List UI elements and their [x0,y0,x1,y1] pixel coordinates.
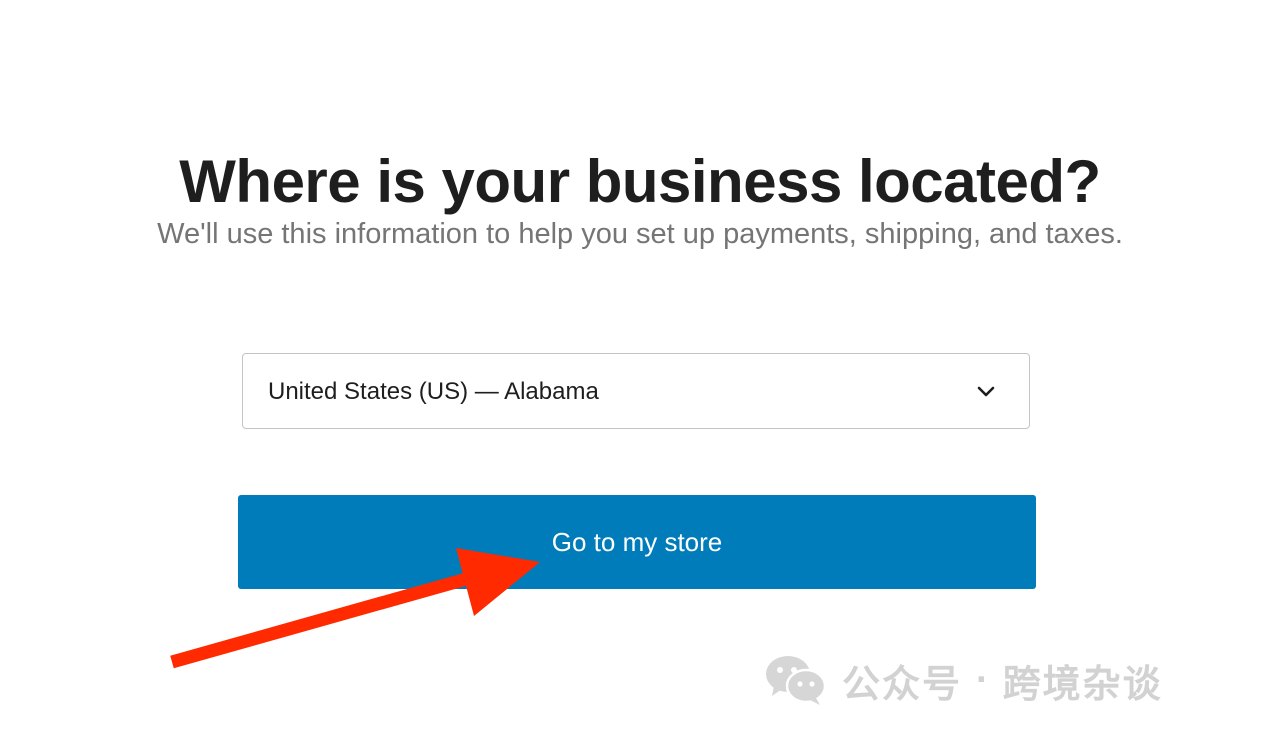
go-to-store-button[interactable]: Go to my store [238,495,1036,589]
page-subtitle: We'll use this information to help you s… [157,218,1123,250]
wechat-icon [766,656,827,705]
chevron-down-icon [977,386,995,397]
watermark-separator: · [976,658,989,701]
selected-location-value: United States (US) — Alabama [268,378,599,405]
country-region-select[interactable]: United States (US) — Alabama [242,353,1030,429]
page-title: Where is your business located? [179,148,1101,216]
watermark-account-name: 跨境杂谈 [1002,661,1163,706]
watermark-account-label: 公众号 [842,661,963,706]
watermark: 公众号 · 跨境杂谈 [764,650,1163,710]
